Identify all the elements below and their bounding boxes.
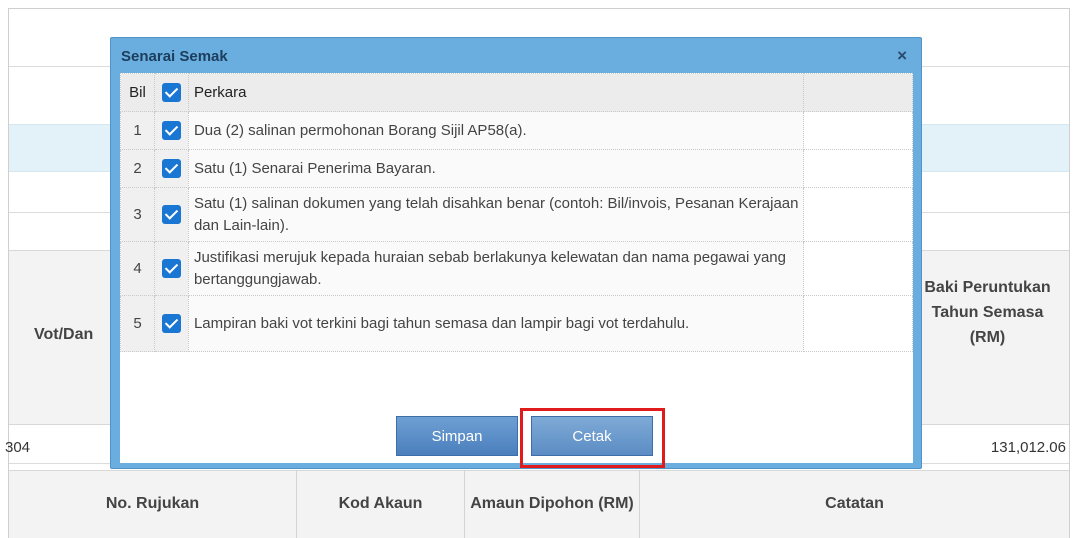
row-bil: 5 — [120, 295, 155, 352]
row-bil: 1 — [120, 111, 155, 150]
checkbox-checked-icon[interactable] — [161, 83, 181, 102]
row-perkara: Satu (1) salinan dokumen yang telah disa… — [187, 187, 805, 242]
col-amaun-dipohon: Amaun Dipohon (RM) — [465, 470, 640, 538]
table-row: 4 Justifikasi merujuk kepada huraian seb… — [120, 241, 913, 296]
row-bil: 3 — [120, 187, 155, 242]
checklist-table: Bil Perkara 1 Dua (2) salinan permohonan… — [120, 73, 913, 352]
row-amount: 131,012.06 — [990, 439, 1066, 456]
checkbox-checked-icon[interactable] — [161, 314, 181, 333]
table-row: 3 Satu (1) salinan dokumen yang telah di… — [120, 187, 913, 242]
row-bil: 2 — [120, 149, 155, 188]
simpan-button[interactable]: Simpan — [396, 416, 518, 456]
row-perkara: Lampiran baki vot terkini bagi tahun sem… — [187, 295, 805, 352]
col-perkara: Perkara — [187, 73, 805, 112]
baki-header: Baki Peruntukan Tahun Semasa (RM) — [924, 279, 1051, 346]
col-kod-akaun: Kod Akaun — [297, 470, 465, 538]
row-code: 304 — [5, 439, 31, 456]
table-row: 5 Lampiran baki vot terkini bagi tahun s… — [120, 295, 913, 352]
close-icon[interactable]: × — [897, 46, 907, 66]
row-perkara: Satu (1) Senarai Penerima Bayaran. — [187, 149, 805, 188]
dialog-body: Bil Perkara 1 Dua (2) salinan permohonan… — [120, 73, 913, 463]
col-no-rujukan: No. Rujukan — [9, 470, 297, 538]
highlight-box — [520, 408, 665, 468]
table-row: 2 Satu (1) Senarai Penerima Bayaran. — [120, 149, 913, 188]
col-bil: Bil — [120, 73, 155, 112]
checklist-dialog: Senarai Semak × Bil Perkara 1 Dua (2) sa… — [110, 37, 922, 469]
checkbox-checked-icon[interactable] — [161, 159, 181, 178]
col-catatan: Catatan — [825, 495, 884, 512]
table-row: 1 Dua (2) salinan permohonan Borang Siji… — [120, 111, 913, 150]
select-all-checkbox-cell[interactable] — [153, 73, 189, 112]
row-perkara: Dua (2) salinan permohonan Borang Sijil … — [187, 111, 805, 150]
dialog-title: Senarai Semak — [121, 48, 228, 65]
checkbox-checked-icon[interactable] — [161, 205, 181, 224]
row-perkara: Justifikasi merujuk kepada huraian sebab… — [187, 241, 805, 296]
vot-header: Vot/Dan — [34, 326, 94, 343]
checkbox-checked-icon[interactable] — [161, 259, 181, 278]
row-bil: 4 — [120, 241, 155, 296]
checkbox-checked-icon[interactable] — [161, 121, 181, 140]
